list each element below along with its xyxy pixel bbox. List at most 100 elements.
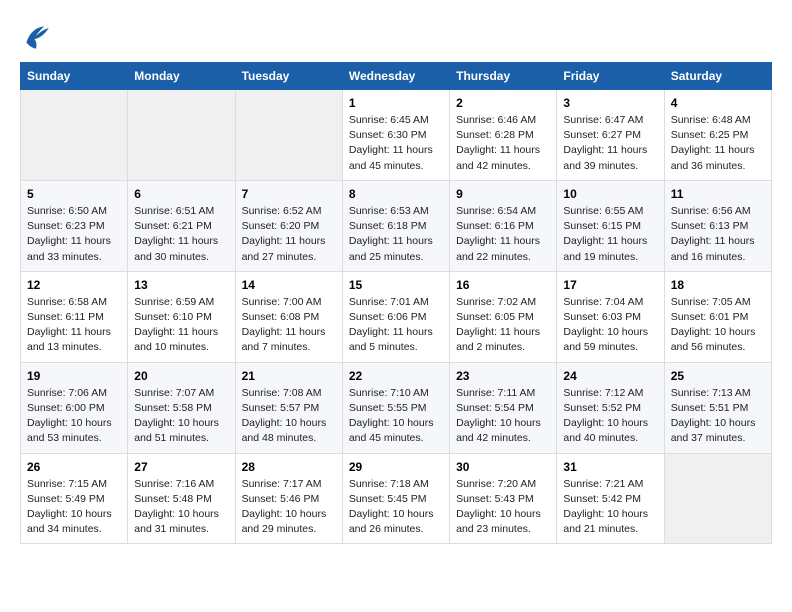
day-info: Sunrise: 6:54 AMSunset: 6:16 PMDaylight:…	[456, 204, 550, 265]
day-info: Sunrise: 6:48 AMSunset: 6:25 PMDaylight:…	[671, 113, 765, 174]
day-cell: 4 Sunrise: 6:48 AMSunset: 6:25 PMDayligh…	[664, 90, 771, 181]
day-number: 19	[27, 369, 121, 383]
day-number: 13	[134, 278, 228, 292]
day-cell: 6 Sunrise: 6:51 AMSunset: 6:21 PMDayligh…	[128, 180, 235, 271]
day-info: Sunrise: 7:02 AMSunset: 6:05 PMDaylight:…	[456, 295, 550, 356]
day-info: Sunrise: 7:04 AMSunset: 6:03 PMDaylight:…	[563, 295, 657, 356]
header-wednesday: Wednesday	[342, 63, 449, 90]
calendar-header: SundayMondayTuesdayWednesdayThursdayFrid…	[21, 63, 772, 90]
day-number: 5	[27, 187, 121, 201]
logo	[20, 20, 58, 52]
day-number: 30	[456, 460, 550, 474]
day-cell: 30 Sunrise: 7:20 AMSunset: 5:43 PMDaylig…	[450, 453, 557, 544]
day-number: 25	[671, 369, 765, 383]
day-cell: 14 Sunrise: 7:00 AMSunset: 6:08 PMDaylig…	[235, 271, 342, 362]
day-cell: 5 Sunrise: 6:50 AMSunset: 6:23 PMDayligh…	[21, 180, 128, 271]
day-number: 28	[242, 460, 336, 474]
day-number: 27	[134, 460, 228, 474]
day-cell: 24 Sunrise: 7:12 AMSunset: 5:52 PMDaylig…	[557, 362, 664, 453]
day-number: 23	[456, 369, 550, 383]
day-info: Sunrise: 6:56 AMSunset: 6:13 PMDaylight:…	[671, 204, 765, 265]
day-number: 17	[563, 278, 657, 292]
day-cell: 13 Sunrise: 6:59 AMSunset: 6:10 PMDaylig…	[128, 271, 235, 362]
day-info: Sunrise: 6:52 AMSunset: 6:20 PMDaylight:…	[242, 204, 336, 265]
week-row-4: 19 Sunrise: 7:06 AMSunset: 6:00 PMDaylig…	[21, 362, 772, 453]
day-info: Sunrise: 7:17 AMSunset: 5:46 PMDaylight:…	[242, 477, 336, 538]
day-cell: 8 Sunrise: 6:53 AMSunset: 6:18 PMDayligh…	[342, 180, 449, 271]
day-cell: 17 Sunrise: 7:04 AMSunset: 6:03 PMDaylig…	[557, 271, 664, 362]
day-info: Sunrise: 7:11 AMSunset: 5:54 PMDaylight:…	[456, 386, 550, 447]
day-info: Sunrise: 6:55 AMSunset: 6:15 PMDaylight:…	[563, 204, 657, 265]
day-info: Sunrise: 7:07 AMSunset: 5:58 PMDaylight:…	[134, 386, 228, 447]
week-row-1: 1 Sunrise: 6:45 AMSunset: 6:30 PMDayligh…	[21, 90, 772, 181]
day-info: Sunrise: 6:51 AMSunset: 6:21 PMDaylight:…	[134, 204, 228, 265]
day-cell: 19 Sunrise: 7:06 AMSunset: 6:00 PMDaylig…	[21, 362, 128, 453]
day-number: 12	[27, 278, 121, 292]
day-cell: 27 Sunrise: 7:16 AMSunset: 5:48 PMDaylig…	[128, 453, 235, 544]
header-tuesday: Tuesday	[235, 63, 342, 90]
day-number: 2	[456, 96, 550, 110]
day-info: Sunrise: 6:45 AMSunset: 6:30 PMDaylight:…	[349, 113, 443, 174]
day-info: Sunrise: 7:18 AMSunset: 5:45 PMDaylight:…	[349, 477, 443, 538]
day-number: 1	[349, 96, 443, 110]
day-cell	[664, 453, 771, 544]
day-cell: 21 Sunrise: 7:08 AMSunset: 5:57 PMDaylig…	[235, 362, 342, 453]
day-cell: 25 Sunrise: 7:13 AMSunset: 5:51 PMDaylig…	[664, 362, 771, 453]
day-number: 31	[563, 460, 657, 474]
day-info: Sunrise: 7:00 AMSunset: 6:08 PMDaylight:…	[242, 295, 336, 356]
day-number: 21	[242, 369, 336, 383]
day-info: Sunrise: 6:47 AMSunset: 6:27 PMDaylight:…	[563, 113, 657, 174]
day-cell: 1 Sunrise: 6:45 AMSunset: 6:30 PMDayligh…	[342, 90, 449, 181]
day-info: Sunrise: 6:58 AMSunset: 6:11 PMDaylight:…	[27, 295, 121, 356]
day-cell: 23 Sunrise: 7:11 AMSunset: 5:54 PMDaylig…	[450, 362, 557, 453]
day-info: Sunrise: 6:59 AMSunset: 6:10 PMDaylight:…	[134, 295, 228, 356]
day-cell: 29 Sunrise: 7:18 AMSunset: 5:45 PMDaylig…	[342, 453, 449, 544]
day-number: 15	[349, 278, 443, 292]
day-info: Sunrise: 7:01 AMSunset: 6:06 PMDaylight:…	[349, 295, 443, 356]
day-number: 10	[563, 187, 657, 201]
day-number: 7	[242, 187, 336, 201]
header-sunday: Sunday	[21, 63, 128, 90]
day-number: 29	[349, 460, 443, 474]
day-cell: 3 Sunrise: 6:47 AMSunset: 6:27 PMDayligh…	[557, 90, 664, 181]
day-cell	[128, 90, 235, 181]
day-number: 6	[134, 187, 228, 201]
day-info: Sunrise: 6:53 AMSunset: 6:18 PMDaylight:…	[349, 204, 443, 265]
day-cell: 10 Sunrise: 6:55 AMSunset: 6:15 PMDaylig…	[557, 180, 664, 271]
day-number: 18	[671, 278, 765, 292]
day-number: 24	[563, 369, 657, 383]
header-monday: Monday	[128, 63, 235, 90]
day-cell	[235, 90, 342, 181]
header-friday: Friday	[557, 63, 664, 90]
day-cell: 12 Sunrise: 6:58 AMSunset: 6:11 PMDaylig…	[21, 271, 128, 362]
day-cell: 7 Sunrise: 6:52 AMSunset: 6:20 PMDayligh…	[235, 180, 342, 271]
day-cell: 28 Sunrise: 7:17 AMSunset: 5:46 PMDaylig…	[235, 453, 342, 544]
week-row-5: 26 Sunrise: 7:15 AMSunset: 5:49 PMDaylig…	[21, 453, 772, 544]
day-number: 20	[134, 369, 228, 383]
day-number: 8	[349, 187, 443, 201]
page-header	[20, 20, 772, 52]
day-info: Sunrise: 7:13 AMSunset: 5:51 PMDaylight:…	[671, 386, 765, 447]
day-number: 14	[242, 278, 336, 292]
calendar-table: SundayMondayTuesdayWednesdayThursdayFrid…	[20, 62, 772, 544]
day-cell: 26 Sunrise: 7:15 AMSunset: 5:49 PMDaylig…	[21, 453, 128, 544]
day-number: 4	[671, 96, 765, 110]
day-number: 11	[671, 187, 765, 201]
day-number: 22	[349, 369, 443, 383]
day-info: Sunrise: 7:16 AMSunset: 5:48 PMDaylight:…	[134, 477, 228, 538]
day-info: Sunrise: 7:20 AMSunset: 5:43 PMDaylight:…	[456, 477, 550, 538]
logo-icon	[20, 20, 52, 52]
day-info: Sunrise: 7:08 AMSunset: 5:57 PMDaylight:…	[242, 386, 336, 447]
day-cell: 15 Sunrise: 7:01 AMSunset: 6:06 PMDaylig…	[342, 271, 449, 362]
day-number: 26	[27, 460, 121, 474]
day-cell: 20 Sunrise: 7:07 AMSunset: 5:58 PMDaylig…	[128, 362, 235, 453]
day-cell: 22 Sunrise: 7:10 AMSunset: 5:55 PMDaylig…	[342, 362, 449, 453]
day-info: Sunrise: 7:12 AMSunset: 5:52 PMDaylight:…	[563, 386, 657, 447]
day-number: 3	[563, 96, 657, 110]
day-cell: 16 Sunrise: 7:02 AMSunset: 6:05 PMDaylig…	[450, 271, 557, 362]
day-number: 9	[456, 187, 550, 201]
day-cell: 9 Sunrise: 6:54 AMSunset: 6:16 PMDayligh…	[450, 180, 557, 271]
day-cell: 31 Sunrise: 7:21 AMSunset: 5:42 PMDaylig…	[557, 453, 664, 544]
day-info: Sunrise: 7:21 AMSunset: 5:42 PMDaylight:…	[563, 477, 657, 538]
week-row-3: 12 Sunrise: 6:58 AMSunset: 6:11 PMDaylig…	[21, 271, 772, 362]
